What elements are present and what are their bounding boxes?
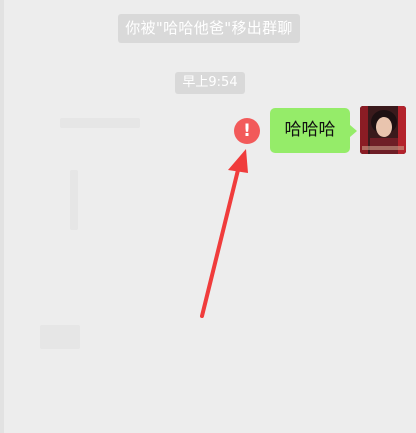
exclamation-circle-icon[interactable]: ! [234, 118, 260, 144]
avatar[interactable] [360, 106, 406, 154]
avatar-image [360, 106, 406, 154]
bubble-tail [350, 125, 357, 137]
chat-area: 你被"哈哈他爸"移出群聊 早上9:54 ! 哈哈哈 [0, 0, 416, 433]
left-edge [0, 0, 4, 433]
timestamp-text: 早上9:54 [182, 75, 238, 90]
annotation-arrow-icon [200, 149, 248, 318]
faded-background [60, 118, 140, 128]
error-glyph: ! [243, 121, 251, 141]
system-notice-text: 你被"哈哈他爸"移出群聊 [125, 19, 293, 37]
faded-background [70, 170, 78, 230]
message-timestamp: 早上9:54 [175, 72, 245, 94]
message-text: 哈哈哈 [284, 120, 336, 140]
faded-background [40, 325, 80, 349]
system-notice: 你被"哈哈他爸"移出群聊 [118, 14, 300, 43]
message-bubble[interactable]: 哈哈哈 [270, 108, 350, 153]
